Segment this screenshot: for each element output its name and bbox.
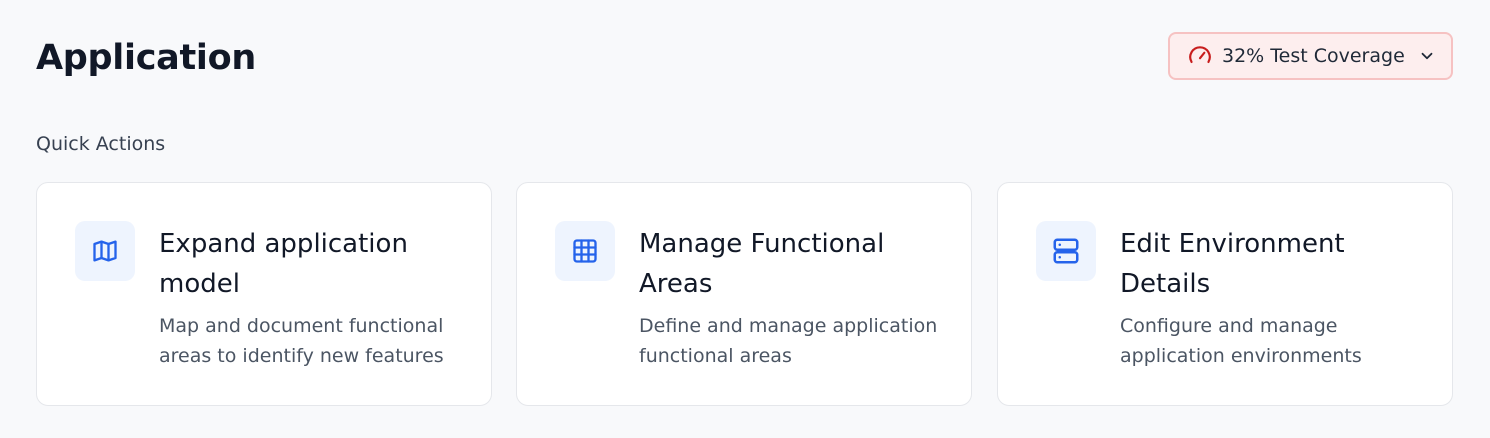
card-title: Edit Environment Details bbox=[1120, 229, 1345, 299]
test-coverage-label: 32% Test Coverage bbox=[1222, 45, 1405, 67]
grid-icon bbox=[555, 221, 615, 281]
test-coverage-dropdown[interactable]: 32% Test Coverage bbox=[1168, 32, 1453, 80]
map-icon bbox=[75, 221, 135, 281]
quick-actions-heading: Quick Actions bbox=[36, 133, 166, 155]
server-icon bbox=[1036, 221, 1096, 281]
gauge-icon bbox=[1186, 42, 1214, 70]
card-description: Define and manage application functional… bbox=[639, 315, 938, 367]
card-title: Manage Functional Areas bbox=[639, 229, 885, 299]
expand-application-model-card[interactable]: Expand application model Map and documen… bbox=[36, 182, 492, 406]
page-title: Application bbox=[36, 38, 256, 78]
card-title: Expand application model bbox=[159, 229, 408, 299]
page: Application 32% Test Coverage Quick Acti… bbox=[0, 0, 1490, 438]
card-description: Map and document functional areas to ide… bbox=[159, 315, 444, 367]
card-description: Configure and manage application environ… bbox=[1120, 315, 1362, 367]
manage-functional-areas-card[interactable]: Manage Functional Areas Define and manag… bbox=[516, 182, 972, 406]
quick-actions-list: Expand application model Map and documen… bbox=[36, 182, 1453, 406]
chevron-down-icon bbox=[1417, 46, 1437, 66]
edit-environment-details-card[interactable]: Edit Environment Details Configure and m… bbox=[997, 182, 1453, 406]
